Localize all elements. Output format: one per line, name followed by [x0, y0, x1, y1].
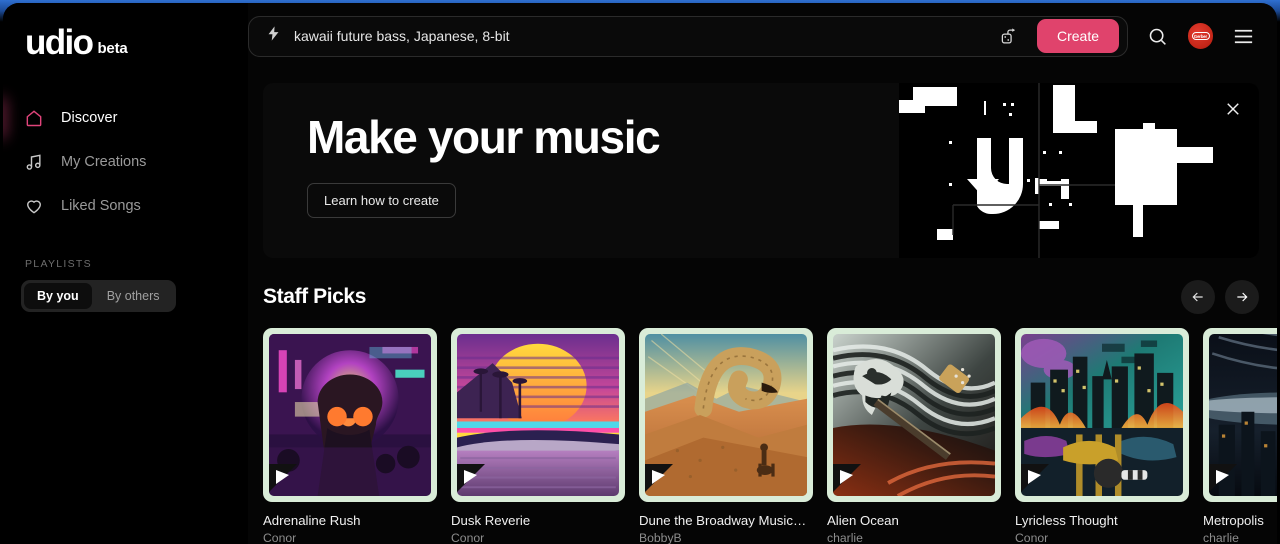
- album-art-frame[interactable]: [263, 328, 437, 502]
- main-content: Make your music Learn how to create Staf…: [248, 69, 1277, 544]
- hamburger-menu-icon[interactable]: [1227, 20, 1259, 52]
- song-artist[interactable]: charlie: [1203, 531, 1277, 544]
- space-city-artwork: [1209, 334, 1277, 496]
- album-art-frame[interactable]: [639, 328, 813, 502]
- song-title[interactable]: Alien Ocean: [827, 513, 1001, 528]
- desert-sandworm-artwork: [645, 334, 807, 496]
- sidebar-nav: Discover My Creations Liked Songs: [3, 96, 248, 228]
- sidebar-item-label: My Creations: [61, 154, 147, 170]
- song-card[interactable]: Adrenaline RushConor392: [263, 328, 437, 544]
- lightning-bolt-icon: [265, 25, 282, 47]
- prompt-input[interactable]: kawaii future bass, Japanese, 8-bit: [294, 28, 983, 44]
- learn-how-to-create-button[interactable]: Learn how to create: [307, 183, 456, 219]
- arrow-left-icon: [1192, 292, 1203, 302]
- section-header: Staff Picks: [263, 280, 1259, 314]
- album-art-frame[interactable]: [1203, 328, 1277, 502]
- biomech-guitar-artwork: [833, 334, 995, 496]
- music-note-icon: [23, 151, 45, 173]
- song-title[interactable]: Dusk Reverie: [451, 513, 625, 528]
- song-card[interactable]: Dune the Broadway Musical, Sh...BobbyB20…: [639, 328, 813, 544]
- song-artist[interactable]: BobbyB: [639, 531, 813, 544]
- song-card[interactable]: Alien Oceancharlie17514: [827, 328, 1001, 544]
- brand-beta-badge: beta: [97, 40, 128, 57]
- create-button[interactable]: Create: [1036, 19, 1119, 53]
- avatar[interactable]: Gerber: [1187, 23, 1214, 49]
- carousel-next-button[interactable]: [1225, 280, 1259, 314]
- close-icon[interactable]: [1221, 97, 1245, 121]
- home-icon: [23, 107, 45, 129]
- song-title[interactable]: Lyricless Thought: [1015, 513, 1189, 528]
- filter-by-you[interactable]: By you: [24, 283, 92, 309]
- album-art-frame[interactable]: [451, 328, 625, 502]
- banner-copy: Make your music Learn how to create: [307, 111, 661, 219]
- sidebar-item-liked-songs[interactable]: Liked Songs: [3, 184, 248, 228]
- brand-name: udio: [25, 23, 94, 62]
- album-art-frame[interactable]: [1015, 328, 1189, 502]
- banner-title: Make your music: [307, 111, 661, 163]
- app-window: udio beta Discover My Creations Liked So…: [0, 0, 1280, 544]
- carousel-prev-button[interactable]: [1181, 280, 1215, 314]
- dice-shuffle-icon[interactable]: [995, 21, 1025, 51]
- banner-decorative-art: [895, 83, 1259, 258]
- arrow-right-icon: [1237, 292, 1248, 302]
- synthwave-beach-artwork: [457, 334, 619, 496]
- song-title[interactable]: Metropolis: [1203, 513, 1277, 528]
- filter-by-others[interactable]: By others: [94, 283, 173, 309]
- topbar: kawaii future bass, Japanese, 8-bit Crea…: [248, 3, 1277, 69]
- song-artist[interactable]: Conor: [451, 531, 625, 544]
- song-title[interactable]: Dune the Broadway Musical, Sh...: [639, 513, 813, 528]
- avatar-label: Gerber: [1191, 32, 1210, 40]
- search-icon[interactable]: [1142, 20, 1174, 52]
- sidebar-item-label: Liked Songs: [61, 198, 141, 214]
- sidebar-item-label: Discover: [61, 110, 118, 126]
- song-artist[interactable]: charlie: [827, 531, 1001, 544]
- sidebar-item-my-creations[interactable]: My Creations: [3, 140, 248, 184]
- heart-icon: [23, 195, 45, 217]
- burning-city-artwork: [1021, 334, 1183, 496]
- promo-banner: Make your music Learn how to create: [263, 83, 1259, 258]
- sidebar: udio beta Discover My Creations Liked So…: [3, 3, 248, 544]
- sidebar-item-discover[interactable]: Discover: [3, 96, 248, 140]
- carousel-nav: [1181, 280, 1259, 314]
- brand-logo[interactable]: udio beta: [3, 21, 248, 60]
- prompt-bar[interactable]: kawaii future bass, Japanese, 8-bit Crea…: [248, 15, 1128, 57]
- song-artist[interactable]: Conor: [1015, 531, 1189, 544]
- playlists-section-label: PLAYLISTS: [25, 258, 92, 270]
- album-art-frame[interactable]: [827, 328, 1001, 502]
- staff-picks-carousel[interactable]: Adrenaline RushConor392 Dusk ReverieCono…: [263, 328, 1277, 544]
- page-title: Staff Picks: [263, 285, 366, 308]
- playlist-filter-group: By you By others: [21, 280, 176, 312]
- window-inner: udio beta Discover My Creations Liked So…: [3, 3, 1277, 544]
- song-artist[interactable]: Conor: [263, 531, 437, 544]
- song-card[interactable]: Dusk ReverieConor391: [451, 328, 625, 544]
- song-card[interactable]: Lyricless ThoughtConor403: [1015, 328, 1189, 544]
- song-card[interactable]: Metropolischarlie1478: [1203, 328, 1277, 544]
- song-title[interactable]: Adrenaline Rush: [263, 513, 437, 528]
- neon-portrait-artwork: [269, 334, 431, 496]
